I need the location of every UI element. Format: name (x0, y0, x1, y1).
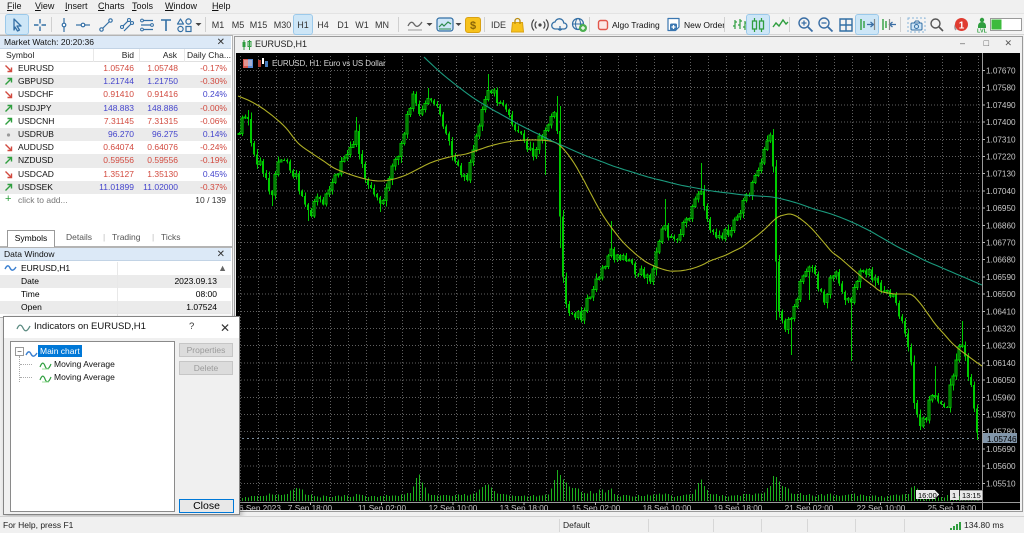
svg-text:13:15: 13:15 (962, 491, 981, 500)
svg-text:1.06950: 1.06950 (986, 204, 1016, 213)
svg-text:15 Sep 02:00: 15 Sep 02:00 (572, 504, 621, 510)
svg-text:1.05690: 1.05690 (986, 445, 1016, 454)
svg-text:7 Sep 18:00: 7 Sep 18:00 (288, 504, 333, 510)
svg-text:13 Sep 18:00: 13 Sep 18:00 (500, 504, 549, 510)
svg-text:1.05746: 1.05746 (987, 435, 1017, 444)
svg-text:1.06050: 1.06050 (986, 376, 1016, 385)
svg-text:1.06680: 1.06680 (986, 256, 1016, 265)
svg-text:12 Sep 10:00: 12 Sep 10:00 (429, 504, 478, 510)
svg-text:1.05510: 1.05510 (986, 479, 1016, 488)
svg-text:EURUSD, H1: Euro vs US Dollar: EURUSD, H1: Euro vs US Dollar (272, 59, 386, 68)
svg-text:21 Sep 02:00: 21 Sep 02:00 (785, 504, 834, 510)
svg-text:1.07220: 1.07220 (986, 153, 1016, 162)
svg-text:18 Sep 10:00: 18 Sep 10:00 (643, 504, 692, 510)
svg-text:1.06860: 1.06860 (986, 221, 1016, 230)
svg-text:1.06140: 1.06140 (986, 359, 1016, 368)
svg-text:1.07670: 1.07670 (986, 67, 1016, 76)
svg-text:1.06500: 1.06500 (986, 290, 1016, 299)
svg-text:1.05960: 1.05960 (986, 393, 1016, 402)
svg-text:1: 1 (952, 491, 956, 500)
svg-text:LVL: LVL (977, 28, 988, 33)
svg-text:$: $ (470, 20, 476, 32)
svg-text:1.07130: 1.07130 (986, 170, 1016, 179)
svg-text:1.07580: 1.07580 (986, 84, 1016, 93)
svg-text:1.05600: 1.05600 (986, 462, 1016, 471)
svg-text:16:00: 16:00 (918, 491, 937, 500)
svg-text:1: 1 (959, 20, 965, 31)
svg-text:25 Sep 18:00: 25 Sep 18:00 (928, 504, 977, 510)
svg-text:1.06410: 1.06410 (986, 307, 1016, 316)
svg-text:11 Sep 02:00: 11 Sep 02:00 (358, 504, 407, 510)
svg-text:1.07400: 1.07400 (986, 118, 1016, 127)
svg-text:6 Sep 2023: 6 Sep 2023 (239, 504, 281, 510)
svg-text:1.07040: 1.07040 (986, 187, 1016, 196)
svg-text:1.07490: 1.07490 (986, 101, 1016, 110)
svg-text:1.06590: 1.06590 (986, 273, 1016, 282)
svg-text:1.07310: 1.07310 (986, 135, 1016, 144)
svg-text:1.06230: 1.06230 (986, 342, 1016, 351)
svg-text:1.05870: 1.05870 (986, 411, 1016, 420)
svg-text:19 Sep 18:00: 19 Sep 18:00 (714, 504, 763, 510)
svg-text:1.06320: 1.06320 (986, 325, 1016, 334)
svg-text:22 Sep 10:00: 22 Sep 10:00 (857, 504, 906, 510)
svg-text:1.06770: 1.06770 (986, 239, 1016, 248)
